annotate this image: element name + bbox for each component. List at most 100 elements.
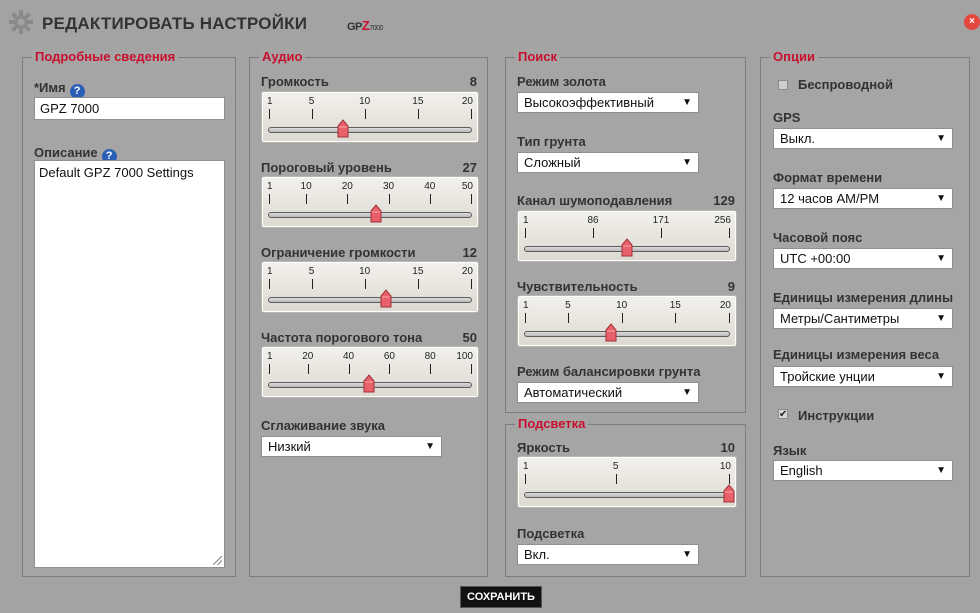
- tick-label: 20: [461, 266, 473, 277]
- save-button[interactable]: СОХРАНИТЬ: [460, 586, 542, 608]
- tick-label: 1: [523, 300, 529, 311]
- weight-units-selected: Тройские унции: [780, 369, 875, 384]
- chevron-down-icon: ▼: [682, 387, 692, 398]
- tick-mark: [471, 364, 472, 374]
- tick-label: 20: [461, 96, 473, 107]
- tick-mark: [661, 228, 662, 238]
- tick-label: 1: [523, 215, 529, 226]
- tick-label: 86: [587, 215, 599, 226]
- tick-label: 5: [565, 300, 571, 311]
- tick-mark: [525, 228, 526, 238]
- noise-channel-label: Канал шумоподавления: [517, 193, 673, 208]
- ground-balance-label: Режим балансировки грунта: [517, 364, 701, 379]
- tick-label: 15: [412, 96, 424, 107]
- slider-thumb[interactable]: [723, 484, 735, 503]
- tick-label: 50: [461, 181, 473, 192]
- smoothing-select[interactable]: Низкий ▼: [261, 436, 442, 457]
- close-icon[interactable]: ×: [964, 14, 980, 30]
- tick-mark: [430, 364, 432, 374]
- slider-track[interactable]: [524, 492, 730, 498]
- tick-mark: [675, 313, 677, 323]
- sensitivity-slider[interactable]: 1 5 10 15 20: [517, 295, 737, 347]
- length-units-label: Единицы измерения длины: [773, 290, 954, 305]
- slider-thumb[interactable]: [337, 119, 349, 138]
- tick-label: 5: [612, 461, 619, 472]
- smoothing-selected: Низкий: [268, 439, 311, 454]
- threshold-label: Пороговый уровень: [261, 160, 392, 175]
- volume-limit-value: 12: [462, 245, 477, 260]
- threshold-pitch-slider[interactable]: 1 20 40 60 80 100: [261, 346, 479, 398]
- volume-label: Громкость: [261, 74, 329, 89]
- tick-label: 15: [412, 266, 424, 277]
- page-title: РЕДАКТИРОВАТЬ НАСТРОЙКИ: [42, 14, 308, 33]
- search-legend: Поиск: [515, 49, 561, 65]
- chevron-down-icon: ▼: [936, 371, 946, 382]
- backlight-select[interactable]: Вкл. ▼: [517, 544, 699, 565]
- slider-thumb[interactable]: [621, 238, 633, 257]
- tick-label: 1: [267, 181, 273, 192]
- tick-mark: [417, 279, 419, 289]
- timezone-select[interactable]: UTC +00:00 ▼: [773, 248, 953, 269]
- tick-label: 10: [616, 300, 628, 311]
- gold-mode-select[interactable]: Высокоэффективный ▼: [517, 92, 699, 113]
- noise-channel-slider[interactable]: 1 86 171 256: [517, 210, 737, 262]
- wireless-checkbox[interactable]: [778, 80, 788, 90]
- tick-mark: [729, 313, 730, 323]
- search-panel: Поиск Режим золота Высокоэффективный ▼ Т…: [505, 49, 746, 413]
- tick-mark: [269, 194, 270, 204]
- volume-limit-slider[interactable]: 1 5 10 15 20: [261, 261, 479, 313]
- tick-label: 20: [341, 181, 353, 192]
- tick-label: 100: [456, 351, 473, 362]
- language-label: Язык: [773, 443, 807, 458]
- language-select[interactable]: English ▼: [773, 460, 953, 481]
- description-field[interactable]: Default GPZ 7000 Settings: [34, 160, 225, 568]
- audio-legend: Аудио: [259, 49, 306, 65]
- brightness-label: Яркость: [517, 440, 570, 455]
- instructions-checkbox[interactable]: ✔: [778, 409, 788, 420]
- ground-balance-selected: Автоматический: [524, 385, 623, 400]
- brightness-slider[interactable]: 1 5 10: [517, 456, 737, 508]
- weight-units-select[interactable]: Тройские унции ▼: [773, 366, 953, 387]
- slider-track[interactable]: [524, 331, 730, 337]
- gold-mode-selected: Высокоэффективный: [524, 95, 654, 110]
- slider-track[interactable]: [268, 127, 472, 133]
- backlight-selected: Вкл.: [524, 547, 550, 562]
- tick-mark: [525, 313, 526, 323]
- tick-label: 20: [302, 351, 314, 362]
- threshold-slider[interactable]: 1 10 20 30 40 50: [261, 176, 479, 228]
- backlight-panel: Подсветка Яркость 10 1 5 10 Подсветка Вкл.…: [505, 416, 746, 577]
- slider-thumb[interactable]: [380, 289, 392, 308]
- timezone-label: Часовой пояс: [773, 230, 863, 245]
- slider-thumb[interactable]: [370, 204, 382, 223]
- tick-label: 10: [300, 181, 312, 192]
- tick-label: 30: [382, 181, 395, 192]
- options-panel: Опции Беспроводной GPS Выкл. ▼ Формат вр…: [760, 49, 970, 577]
- time-format-select[interactable]: 12 часов AM/PM ▼: [773, 188, 953, 209]
- tick-label: 5: [308, 96, 315, 107]
- tick-mark: [621, 313, 623, 323]
- chevron-down-icon: ▼: [936, 133, 946, 144]
- ground-type-select[interactable]: Сложный ▼: [517, 152, 699, 173]
- volume-slider[interactable]: 1 5 10 15 20: [261, 91, 479, 143]
- tick-mark: [269, 279, 270, 289]
- gps-label: GPS: [773, 110, 801, 125]
- tick-label: 10: [719, 461, 731, 472]
- gear-icon: [9, 10, 33, 34]
- tick-mark: [269, 109, 270, 119]
- description-text: Default GPZ 7000 Settings: [39, 165, 194, 180]
- ground-balance-select[interactable]: Автоматический ▼: [517, 382, 699, 403]
- tick-label: 256: [714, 215, 731, 226]
- chevron-down-icon: ▼: [425, 441, 435, 452]
- time-format-selected: 12 часов AM/PM: [780, 191, 880, 206]
- slider-track[interactable]: [268, 297, 472, 303]
- tick-mark: [729, 474, 730, 484]
- slider-thumb[interactable]: [363, 374, 375, 393]
- gps-select[interactable]: Выкл. ▼: [773, 128, 953, 149]
- length-units-select[interactable]: Метры/Сантиметры ▼: [773, 308, 953, 329]
- resize-grip-icon[interactable]: [213, 556, 222, 565]
- slider-thumb[interactable]: [605, 323, 617, 342]
- name-field[interactable]: GPZ 7000: [34, 97, 225, 120]
- volume-value: 8: [469, 74, 477, 89]
- chevron-down-icon: ▼: [936, 193, 946, 204]
- tick-mark: [471, 194, 472, 204]
